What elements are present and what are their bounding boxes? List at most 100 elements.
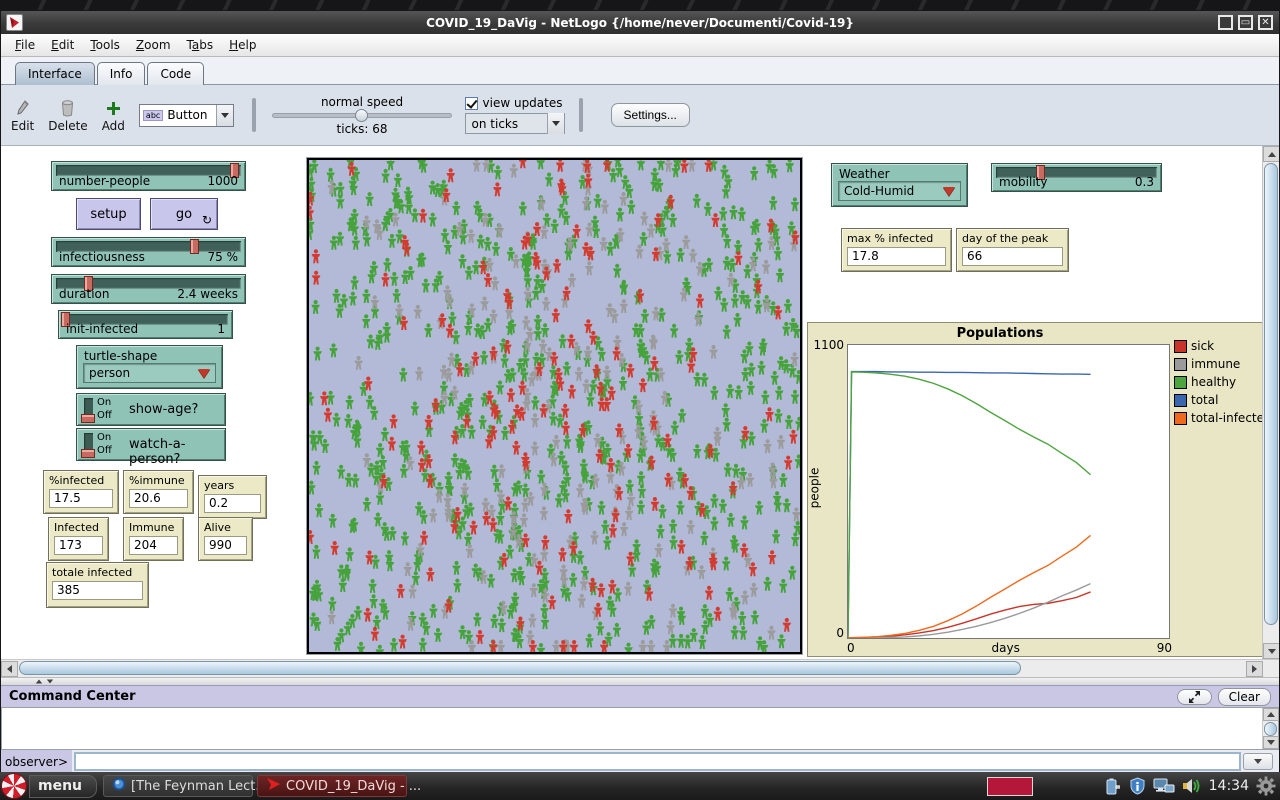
person-healthy (329, 343, 338, 357)
update-mode-dropdown[interactable]: on ticks (465, 113, 565, 134)
menu-edit[interactable]: Edit (43, 36, 82, 54)
switch-knob-off[interactable] (81, 414, 95, 423)
person-immune (528, 614, 537, 628)
person-healthy (462, 505, 471, 519)
history-dropdown[interactable] (1243, 753, 1273, 770)
person-healthy (739, 626, 748, 640)
plot-area (847, 344, 1170, 639)
menu-zoom[interactable]: Zoom (128, 36, 179, 54)
chooser-weather[interactable]: Weather Cold-Humid (831, 163, 968, 207)
switch-watch-a-person[interactable]: OnOff watch-a-person? (76, 428, 226, 461)
monitor-pct-infected: %infected17.5 (43, 470, 119, 514)
task-netlogo[interactable]: COVID_19_DaVig - ... (257, 775, 407, 797)
delete-button[interactable]: Delete (48, 97, 87, 133)
keyboard-layout-flag-icon[interactable] (987, 777, 1033, 796)
person-healthy (777, 356, 786, 370)
person-immune (549, 452, 558, 466)
settings-button[interactable]: Settings... (611, 103, 690, 127)
person-healthy (586, 393, 595, 407)
checkbox-checked-icon[interactable] (465, 97, 478, 110)
slider-value: 75 % (208, 250, 239, 264)
gear-icon[interactable] (1256, 776, 1276, 796)
menu-help[interactable]: Help (221, 36, 264, 54)
person-healthy (419, 638, 428, 652)
slider-duration[interactable]: duration2.4 weeks (51, 274, 246, 304)
maximize-icon[interactable]: ▭ (1238, 15, 1253, 30)
person-sick (456, 363, 465, 377)
setup-button[interactable]: setup (76, 198, 141, 230)
tab-code[interactable]: Code (147, 62, 204, 85)
main-horizontal-scrollbar[interactable] (1, 659, 1279, 677)
speed-slider-thumb[interactable] (355, 109, 368, 122)
scroll-up-icon[interactable] (1263, 146, 1279, 162)
splitter-up-icon[interactable] (36, 680, 42, 684)
widget-type-dropdown[interactable]: abc Button (139, 104, 234, 127)
scroll-left-icon[interactable] (1, 661, 18, 677)
person-sick (562, 421, 571, 435)
person-healthy (390, 272, 399, 286)
slider-number-people[interactable]: number-people1000 (51, 161, 246, 191)
chooser-turtle-shape[interactable]: turtle-shape person (76, 345, 223, 389)
person-healthy (337, 465, 346, 479)
command-center-splitter[interactable] (1, 677, 1279, 685)
close-icon[interactable]: ✕ (1258, 15, 1273, 30)
scrollbar-thumb[interactable] (19, 661, 1021, 675)
chooser-value[interactable]: Cold-Humid (838, 181, 961, 201)
person-healthy (779, 473, 788, 487)
window-title: COVID_19_DaVig - NetLogo {/home/never/Do… (1, 16, 1279, 30)
command-input[interactable] (74, 752, 1241, 771)
main-vertical-scrollbar[interactable] (1262, 146, 1279, 659)
person-healthy (540, 603, 549, 617)
person-immune (746, 473, 755, 487)
person-immune (468, 640, 477, 652)
scroll-down-icon[interactable] (1263, 736, 1279, 749)
switch-show-age[interactable]: OnOff show-age? (76, 393, 226, 426)
view-updates-checkbox[interactable]: view updates (465, 96, 565, 110)
scrollbar-thumb[interactable] (1264, 163, 1278, 625)
person-immune (689, 249, 698, 263)
person-immune (792, 507, 800, 521)
person-healthy (734, 385, 743, 399)
add-button[interactable]: Add (102, 97, 125, 133)
tab-interface[interactable]: Interface (15, 62, 95, 85)
slider-mobility[interactable]: mobility0.3 (991, 163, 1162, 192)
expand-button[interactable] (1177, 689, 1212, 705)
command-center-output[interactable] (1, 707, 1279, 750)
person-healthy (490, 614, 499, 628)
slider-init-infected[interactable]: init-infected1 (58, 310, 233, 339)
edit-button[interactable]: Edit (11, 97, 34, 133)
toolbar: Edit Delete Add abc Button nor (1, 85, 1279, 146)
go-button[interactable]: go ↻ (150, 198, 218, 230)
person-immune (655, 543, 664, 557)
clear-button[interactable]: Clear (1218, 688, 1271, 706)
menu-button[interactable]: menu (29, 775, 97, 798)
network-computer-icon[interactable] (1153, 777, 1175, 795)
distro-logo-icon[interactable] (1, 773, 27, 799)
slider-infectiousness[interactable]: infectiousness75 % (51, 237, 246, 267)
scroll-up-icon[interactable] (1263, 708, 1279, 721)
scroll-down-icon[interactable] (1263, 643, 1279, 659)
minimize-icon[interactable]: _ (1218, 15, 1233, 30)
speed-slider[interactable] (272, 113, 452, 118)
menu-file[interactable]: File (7, 36, 43, 54)
security-shield-icon[interactable] (1129, 777, 1146, 795)
task-browser[interactable]: [The Feynman Lect... (103, 775, 253, 797)
person-healthy (344, 414, 353, 428)
person-sick (639, 378, 648, 392)
person-healthy (428, 213, 437, 227)
scrollbar-thumb[interactable] (1264, 722, 1277, 736)
person-healthy (730, 626, 739, 640)
person-sick (784, 456, 793, 470)
person-immune (627, 492, 636, 506)
menu-tools[interactable]: Tools (82, 36, 128, 54)
volume-icon[interactable] (1182, 777, 1202, 795)
switch-knob-off[interactable] (81, 449, 95, 458)
output-scrollbar[interactable] (1262, 708, 1278, 749)
chooser-value[interactable]: person (83, 363, 216, 383)
scroll-right-icon[interactable] (1246, 661, 1263, 677)
menu-tabs[interactable]: Tabs (179, 36, 222, 54)
battery-icon[interactable] (1105, 777, 1122, 795)
splitter-down-icon[interactable] (47, 680, 53, 684)
tab-info[interactable]: Info (97, 62, 146, 85)
person-healthy (557, 204, 566, 218)
